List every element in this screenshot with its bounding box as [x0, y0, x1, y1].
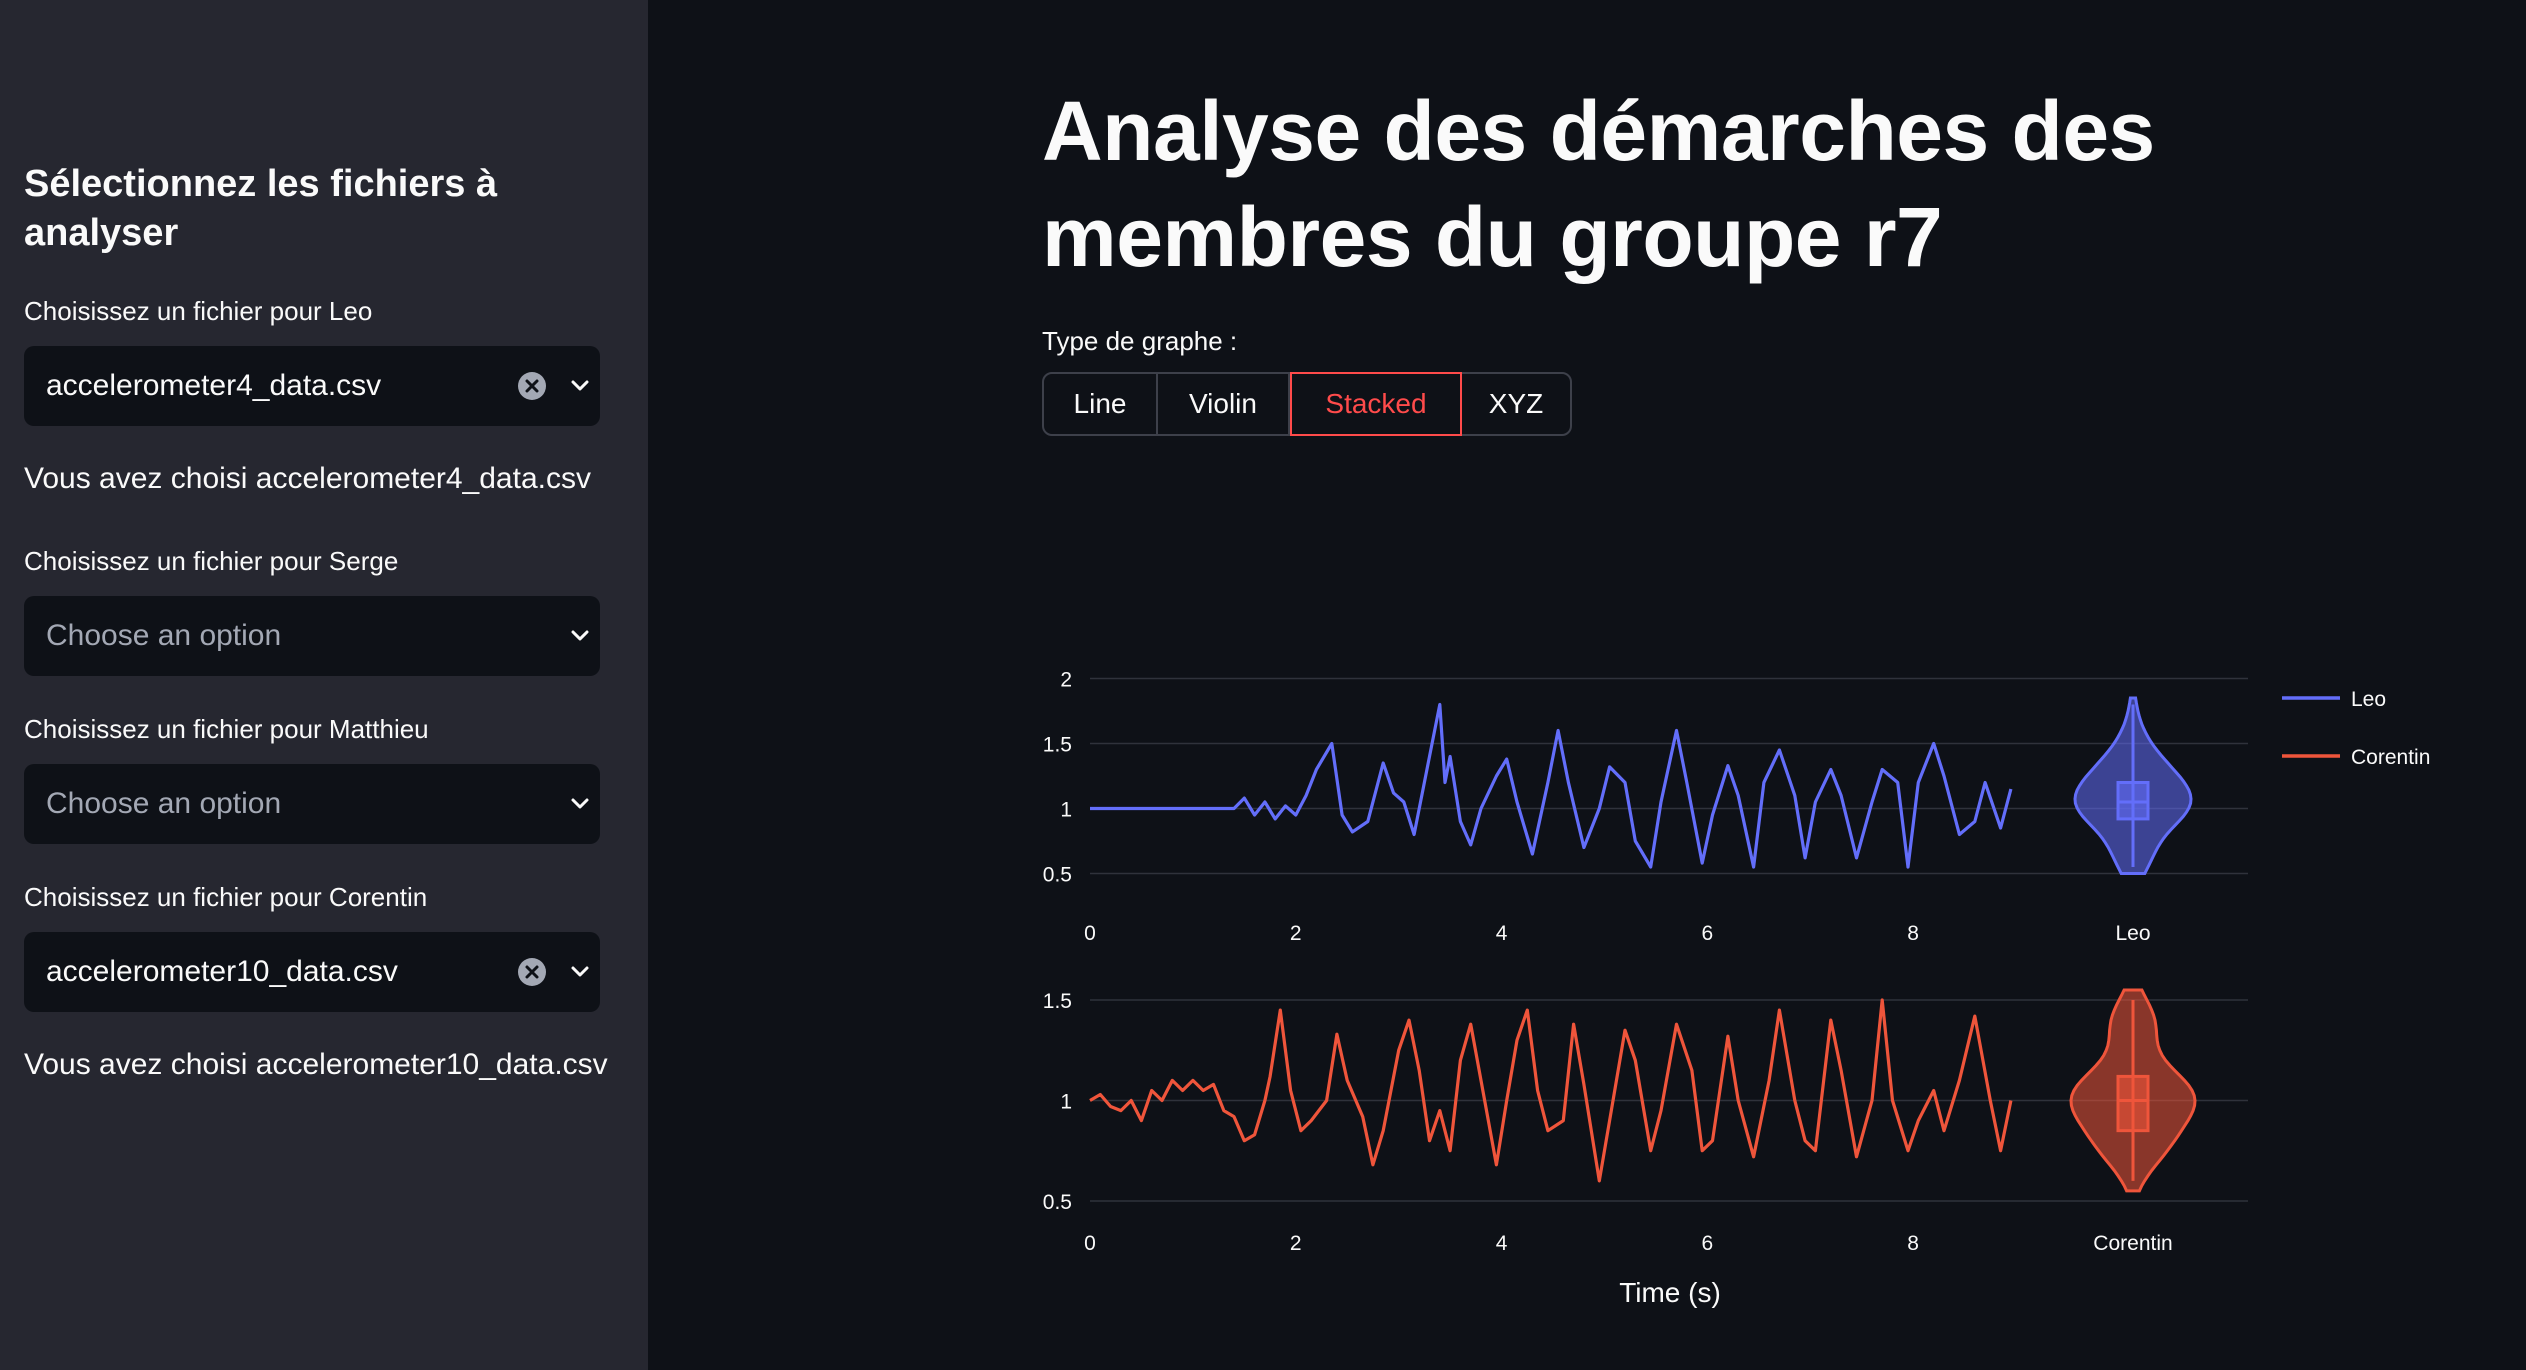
- y-tick-label: 2: [1060, 669, 1072, 692]
- y-tick-label: 1.5: [1043, 990, 1072, 1013]
- x-tick-label: 4: [1496, 1232, 1508, 1255]
- series-line-corentin: [1089, 998, 2013, 1183]
- x-tick-label: 8: [1907, 1232, 1919, 1255]
- x-tick-label: 4: [1496, 922, 1508, 945]
- violin-label: Leo: [2115, 922, 2150, 945]
- y-tick-label: 0.5: [1043, 1191, 1072, 1214]
- x-tick-label: 0: [1084, 1232, 1096, 1255]
- x-tick-label: 2: [1290, 1232, 1302, 1255]
- y-tick-label: 1: [1060, 1091, 1072, 1114]
- violin-label: Corentin: [2093, 1232, 2172, 1255]
- x-tick-label: 8: [1907, 922, 1919, 945]
- x-tick-label: 0: [1084, 922, 1096, 945]
- y-tick-label: 1.5: [1043, 734, 1072, 757]
- y-tick-label: 0.5: [1043, 864, 1072, 887]
- x-axis-title: Time (s): [1619, 1277, 1721, 1308]
- y-tick-label: 1: [1060, 799, 1072, 822]
- series-line-leo: [1090, 702, 2013, 869]
- violin-box: [2116, 1074, 2150, 1133]
- stacked-chart: 0.5 1 1.5 2 0 2 4 6 8 Leo 0.5 1 1.5 0 2 4 6 8 Corentin Time…: [1043, 669, 2431, 1309]
- legend-label-corentin: Corentin: [2351, 746, 2430, 769]
- legend-label-leo: Leo: [2351, 688, 2386, 711]
- x-tick-label: 2: [1290, 922, 1302, 945]
- x-tick-label: 6: [1701, 922, 1713, 945]
- x-tick-label: 6: [1701, 1232, 1713, 1255]
